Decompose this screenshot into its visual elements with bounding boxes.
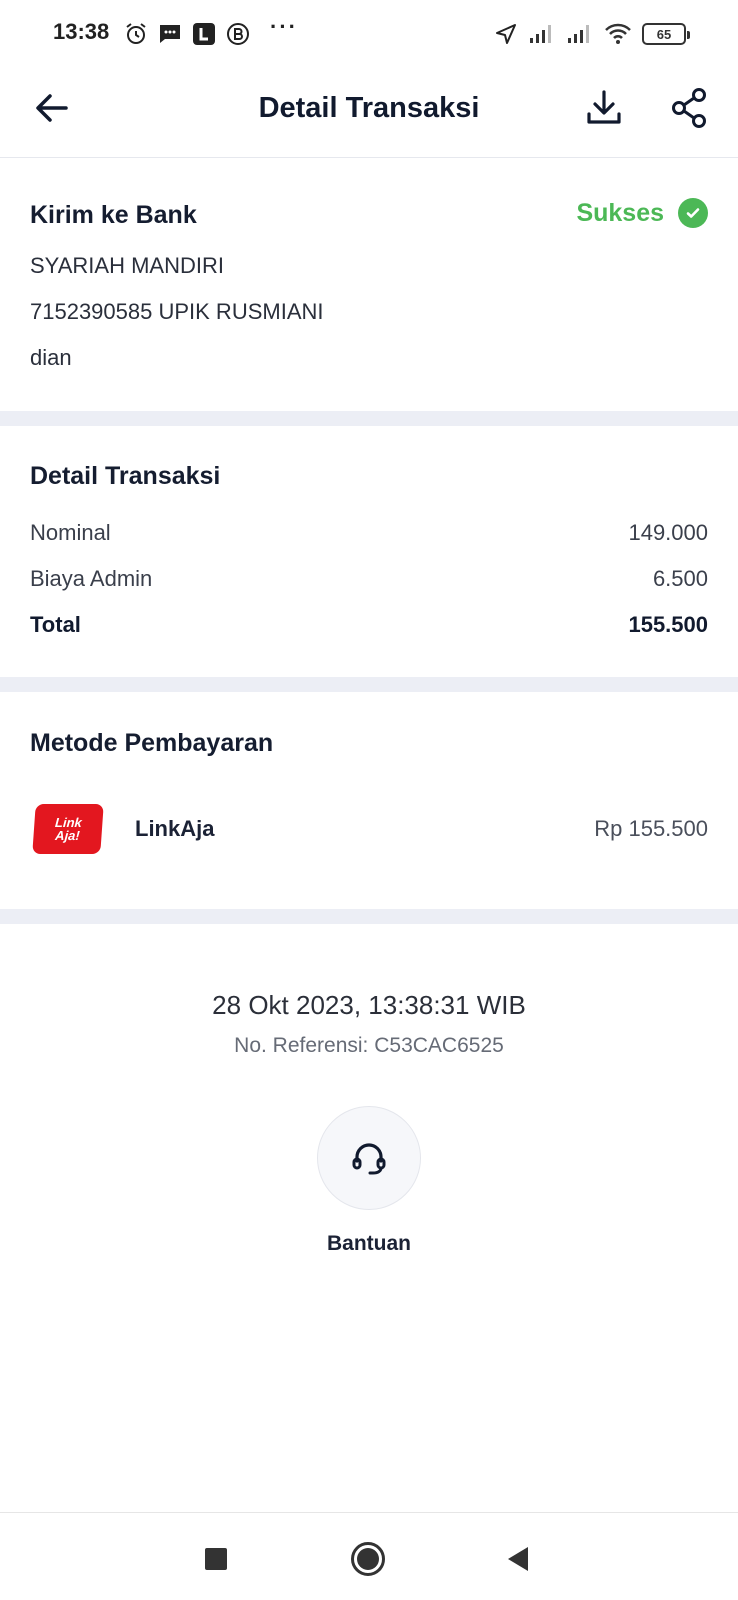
- page-title: Detail Transaksi: [258, 92, 480, 124]
- payment-method-title: Metode Pembayaran: [30, 729, 274, 757]
- signal-icon-1: [530, 25, 551, 43]
- payment-method-name: LinkAja: [135, 816, 215, 841]
- system-nav-bar: [0, 1512, 738, 1600]
- help-label: Bantuan: [327, 1232, 411, 1255]
- l-app-icon: [193, 23, 215, 45]
- location-icon: [496, 24, 516, 44]
- alarm-icon: [126, 23, 146, 44]
- payment-amount: Rp 155.500: [594, 816, 708, 841]
- message-icon: [160, 25, 180, 43]
- recents-button[interactable]: [205, 1548, 227, 1570]
- battery-level: 65: [656, 26, 672, 42]
- logo-text-line2: Aja!: [54, 828, 81, 843]
- admin-fee-label: Biaya Admin: [30, 566, 153, 591]
- section-divider: [0, 411, 738, 426]
- status-badge: Sukses: [576, 198, 708, 228]
- app-header: Detail Transaksi: [0, 66, 738, 158]
- details-title: Detail Transaksi: [30, 462, 221, 490]
- status-system-icons: 65: [494, 20, 690, 48]
- reference-number: No. Referensi: C53CAC6525: [234, 1034, 504, 1057]
- status-text: Sukses: [576, 198, 664, 227]
- status-notification-icons: [124, 20, 250, 48]
- transfer-note: dian: [30, 345, 72, 370]
- status-bar: 13:38 ··· 65: [0, 0, 738, 66]
- home-icon: [357, 1548, 379, 1570]
- check-circle-icon: [678, 198, 708, 228]
- more-notifications-icon: ···: [270, 14, 298, 39]
- nominal-value: 149.000: [628, 520, 708, 545]
- help-button[interactable]: [317, 1106, 421, 1210]
- transaction-datetime: 28 Okt 2023, 13:38:31 WIB: [212, 990, 526, 1020]
- section-divider: [0, 677, 738, 692]
- download-icon: [587, 90, 621, 124]
- admin-fee-value: 6.500: [652, 566, 708, 591]
- bank-name: SYARIAH MANDIRI: [30, 253, 224, 278]
- home-button[interactable]: [351, 1542, 385, 1576]
- linkaja-logo: Link Aja!: [32, 804, 104, 854]
- system-back-button[interactable]: [508, 1547, 528, 1571]
- status-time: 13:38: [53, 19, 110, 44]
- share-icon: [672, 88, 706, 128]
- section-divider: [0, 909, 738, 924]
- wifi-icon: [605, 23, 631, 44]
- signal-icon-2: [568, 25, 589, 43]
- b-app-icon: [227, 23, 249, 45]
- account-number-name: 7152390585 UPIK RUSMIANI: [30, 299, 324, 324]
- share-button[interactable]: [668, 86, 712, 130]
- battery-icon: 65: [642, 23, 690, 45]
- nominal-label: Nominal: [30, 520, 111, 545]
- headset-icon: [352, 1143, 386, 1175]
- total-label: Total: [30, 612, 81, 637]
- total-value: 155.500: [628, 612, 708, 637]
- transfer-type-title: Kirim ke Bank: [30, 201, 197, 229]
- download-button[interactable]: [582, 86, 626, 130]
